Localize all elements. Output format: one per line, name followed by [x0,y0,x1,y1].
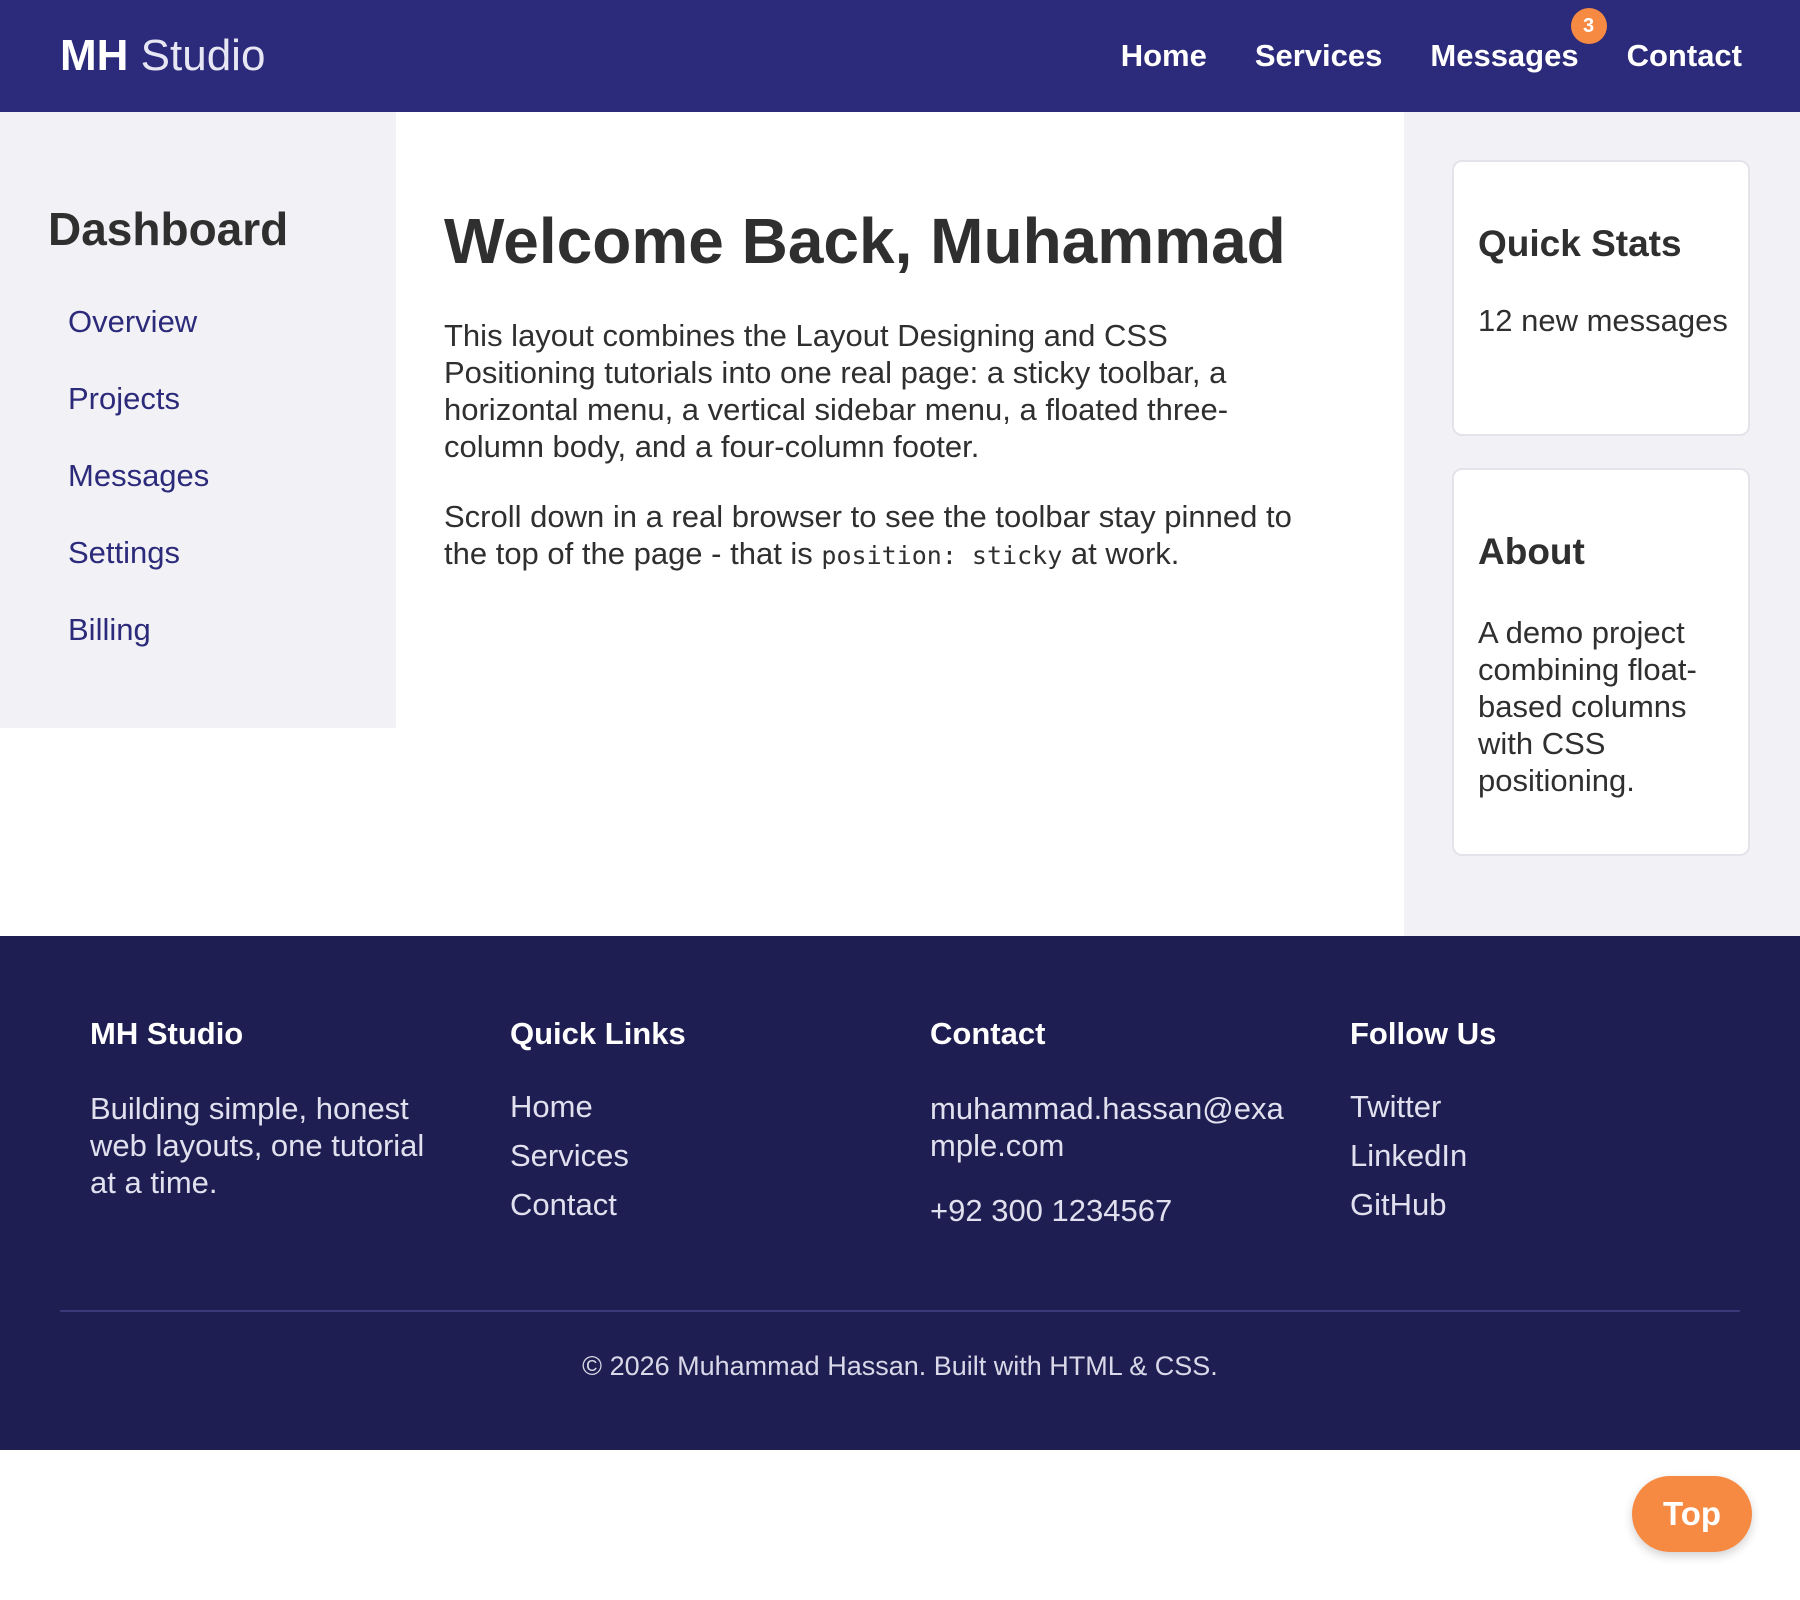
footer-phone[interactable]: +92 300 1234567 [930,1192,1290,1229]
nav-home[interactable]: Home [1121,36,1207,76]
messages-badge: 3 [1570,8,1607,44]
sticky-paragraph: Scroll down in a real browser to see the… [444,498,1324,574]
brand-light: Studio [140,31,266,80]
quick-stats-card: Quick Stats 12 new messages [1452,160,1750,436]
horizontal-menu: Home Services Messages 3 Contact [1121,8,1742,76]
nav-contact[interactable]: Contact [1627,36,1742,76]
page-title: Welcome Back, Muhammad [444,205,1286,277]
quick-stats-text: 12 new messages [1478,303,1728,338]
footer-col-brand: MH Studio Building simple, honest web la… [90,1014,450,1201]
footer-col-links: Quick Links Home Services Contact [510,1014,870,1229]
footer-link-linkedin[interactable]: LinkedIn [1350,1131,1710,1180]
quick-stats-title: Quick Stats [1478,223,1682,264]
footer-link-home[interactable]: Home [510,1082,870,1131]
nav-contact-label: Contact [1626,38,1742,73]
footer-link-contact[interactable]: Contact [510,1180,870,1229]
footer-social-title: Follow Us [1350,1016,1497,1051]
sidebar-item-settings[interactable]: Settings [68,533,209,610]
about-text: A demo project combining float-based col… [1478,615,1697,798]
sidebar-item-projects[interactable]: Projects [68,379,209,456]
nav-messages[interactable]: Messages 3 [1430,8,1607,76]
sidebar-menu: Overview Projects Messages Settings Bill… [68,302,209,687]
brand-bold: MH [60,31,129,80]
back-to-top-button[interactable]: Top [1632,1476,1752,1552]
about-title: About [1478,531,1585,572]
intro-paragraph: This layout combines the Layout Designin… [444,318,1229,464]
nav-services-label: Services [1254,38,1383,73]
footer-col-contact: Contact muhammad.hassan@example.com +92 … [930,1014,1290,1229]
about-card: About A demo project combining float-bas… [1452,468,1750,856]
footer-link-services[interactable]: Services [510,1131,870,1180]
footer-contact-title: Contact [930,1016,1046,1051]
sticky-text-after: at work. [1062,536,1180,571]
footer-social-list: Twitter LinkedIn GitHub [1350,1082,1710,1229]
footer-brand-title: MH Studio [90,1016,244,1051]
footer-link-github[interactable]: GitHub [1350,1180,1710,1229]
brand-logo[interactable]: MH Studio [60,30,265,82]
footer-link-twitter[interactable]: Twitter [1350,1082,1710,1131]
footer-brand-text: Building simple, honest web layouts, one… [90,1091,425,1200]
main-content: Welcome Back, Muhammad This layout combi… [444,205,1324,574]
sidebar-item-overview[interactable]: Overview [68,302,209,379]
sidebar-title: Dashboard [48,203,289,255]
footer-divider [60,1310,1740,1312]
toolbar: MH Studio Home Services Messages 3 Conta… [0,0,1800,112]
footer-links-list: Home Services Contact [510,1082,870,1229]
footer: MH Studio Building simple, honest web la… [0,936,1800,1450]
inline-code: position: sticky [821,541,1063,570]
right-column: Quick Stats 12 new messages About A demo… [1404,112,1800,936]
sidebar-item-billing[interactable]: Billing [68,610,209,687]
sidebar-item-messages[interactable]: Messages [68,456,209,533]
footer-email[interactable]: muhammad.hassan@example.com [930,1090,1290,1164]
footer-col-social: Follow Us Twitter LinkedIn GitHub [1350,1014,1710,1229]
sidebar: Dashboard Overview Projects Messages Set… [0,112,396,728]
nav-services[interactable]: Services [1255,36,1383,76]
nav-home-label: Home [1120,38,1207,73]
footer-links-title: Quick Links [510,1016,686,1051]
copyright: © 2026 Muhammad Hassan. Built with HTML … [582,1351,1218,1381]
nav-messages-label: Messages [1430,38,1579,73]
